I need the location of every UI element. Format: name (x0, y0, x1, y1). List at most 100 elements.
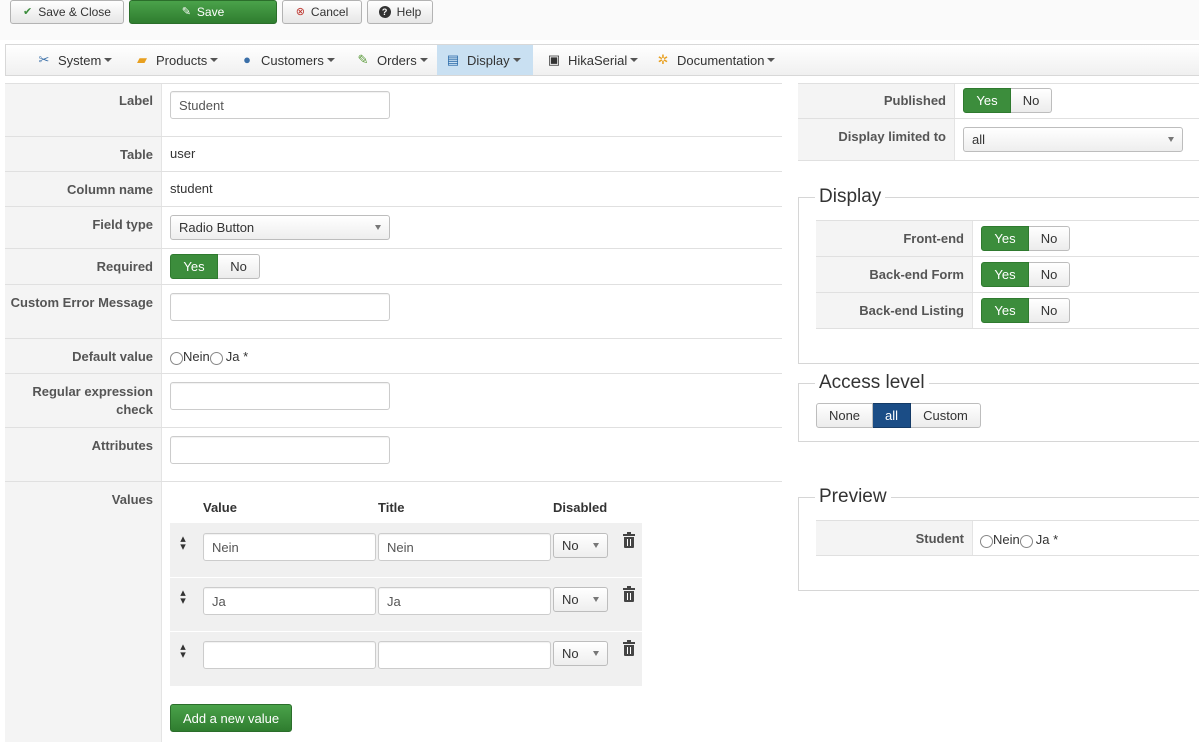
chevron-down-icon (593, 651, 599, 656)
serial-icon: ▣ (547, 52, 561, 67)
disabled-select[interactable]: No (553, 533, 608, 558)
tools-icon: ✂ (38, 52, 50, 67)
label-input[interactable]: Student (170, 91, 390, 119)
disabled-select[interactable]: No (553, 641, 608, 666)
access-all-button[interactable]: all (873, 403, 911, 428)
default-radio-ja[interactable] (209, 352, 223, 365)
menu-item-customers[interactable]: ● Customers (231, 45, 343, 75)
trash-icon[interactable] (623, 532, 635, 548)
label-field-label: Label (119, 93, 153, 108)
row-divider (5, 284, 782, 285)
row-divider (798, 160, 1199, 161)
column-name-value: student (170, 181, 213, 196)
backend-listing-yes-button[interactable]: Yes (981, 298, 1029, 323)
column-name-label: Column name (67, 182, 153, 197)
row-divider (5, 248, 782, 249)
trash-icon[interactable] (623, 586, 635, 602)
preview-radio-nein[interactable] (980, 535, 993, 548)
row-divider (5, 338, 782, 339)
backend-listing-no-button[interactable]: No (1029, 298, 1070, 323)
value-input[interactable]: Ja (203, 587, 376, 615)
menu-item-system[interactable]: ✂ System (28, 45, 120, 75)
published-no-button[interactable]: No (1011, 88, 1052, 113)
cancel-button[interactable]: ⊗ Cancel (282, 0, 362, 24)
menu-item-hikaserial[interactable]: ▣ HikaSerial (538, 45, 646, 75)
required-yes-button[interactable]: Yes (170, 254, 218, 279)
access-custom-button[interactable]: Custom (911, 403, 981, 428)
display-limited-label: Display limited to (838, 129, 946, 144)
preview-field-label: Student (915, 531, 964, 546)
row-divider (816, 328, 1199, 329)
frontend-no-button[interactable]: No (1029, 226, 1070, 251)
backend-form-label: Back-end Form (869, 267, 964, 282)
access-none-button[interactable]: None (816, 403, 873, 428)
main-menu: ✂ System ▰ Products ● Customers ✎ Orders… (5, 44, 1199, 76)
backend-listing-label: Back-end Listing (859, 303, 964, 318)
custom-error-input[interactable] (170, 293, 390, 321)
values-header-disabled: Disabled (553, 500, 608, 515)
save-button[interactable]: ✎ Save (129, 0, 277, 24)
trash-icon[interactable] (623, 640, 635, 656)
toolbar: ✔ Save & Close ✎ Save ⊗ Cancel ? Help (0, 0, 1199, 40)
help-button[interactable]: ? Help (367, 0, 433, 24)
documentation-icon: ✲ (657, 52, 669, 67)
help-icon: ? (378, 6, 391, 18)
backend-form-toggle: Yes No (981, 262, 1070, 287)
value-input[interactable]: Nein (203, 533, 376, 561)
title-input[interactable]: Nein (378, 533, 551, 561)
access-level-toggle: None all Custom (816, 403, 981, 428)
orders-icon: ✎ (357, 52, 369, 67)
caret-down-icon (767, 58, 776, 62)
backend-listing-toggle: Yes No (981, 298, 1070, 323)
table-field-label: Table (120, 147, 153, 162)
menu-item-documentation[interactable]: ✲ Documentation (647, 45, 783, 75)
backend-form-yes-button[interactable]: Yes (981, 262, 1029, 287)
custom-error-label: Custom Error Message (10, 295, 153, 310)
field-type-label: Field type (92, 217, 153, 232)
required-toggle: Yes No (170, 254, 260, 279)
check-icon: ✔ (23, 5, 33, 18)
required-no-button[interactable]: No (218, 254, 260, 279)
default-radio-nein[interactable] (170, 352, 183, 365)
regex-check-input[interactable] (170, 382, 390, 410)
backend-form-no-button[interactable]: No (1029, 262, 1070, 287)
row-divider (816, 256, 1199, 257)
regex-check-label: Regular expression check (32, 384, 153, 417)
display-limited-select[interactable]: all (963, 127, 1183, 152)
preview-radios: Nein Ja * (980, 531, 1058, 548)
row-divider (5, 206, 782, 207)
menu-item-products[interactable]: ▰ Products (126, 45, 226, 75)
row-divider (798, 118, 1199, 119)
values-header-title: Title (378, 500, 405, 515)
title-input[interactable] (378, 641, 551, 669)
disabled-select[interactable]: No (553, 587, 608, 612)
caret-down-icon (104, 58, 113, 62)
attributes-label: Attributes (91, 438, 153, 453)
caret-down-icon (512, 58, 521, 62)
row-divider (816, 520, 1199, 521)
caret-down-icon (419, 58, 428, 62)
row-divider (5, 481, 782, 482)
display-legend: Display (815, 186, 886, 208)
published-yes-button[interactable]: Yes (963, 88, 1011, 113)
title-input[interactable]: Ja (378, 587, 551, 615)
attributes-input[interactable] (170, 436, 390, 464)
row-divider (5, 427, 782, 428)
drag-handle-icon[interactable]: ▴ ▾ (178, 534, 188, 553)
frontend-yes-button[interactable]: Yes (981, 226, 1029, 251)
box-icon: ▰ (137, 52, 147, 67)
save-close-button[interactable]: ✔ Save & Close (10, 0, 124, 24)
menu-item-display[interactable]: ▤ Display (437, 45, 533, 75)
caret-down-icon (630, 58, 639, 62)
add-new-value-button[interactable]: Add a new value (170, 704, 292, 732)
row-divider (816, 555, 1199, 556)
menu-item-orders[interactable]: ✎ Orders (347, 45, 436, 75)
chevron-down-icon (593, 597, 599, 602)
drag-handle-icon[interactable]: ▴ ▾ (178, 642, 188, 661)
edit-icon: ✎ (181, 5, 191, 18)
preview-radio-ja[interactable] (1019, 535, 1033, 548)
value-input[interactable] (203, 641, 376, 669)
drag-handle-icon[interactable]: ▴ ▾ (178, 588, 188, 607)
field-type-select[interactable]: Radio Button (170, 215, 390, 240)
default-value-label: Default value (72, 349, 153, 364)
